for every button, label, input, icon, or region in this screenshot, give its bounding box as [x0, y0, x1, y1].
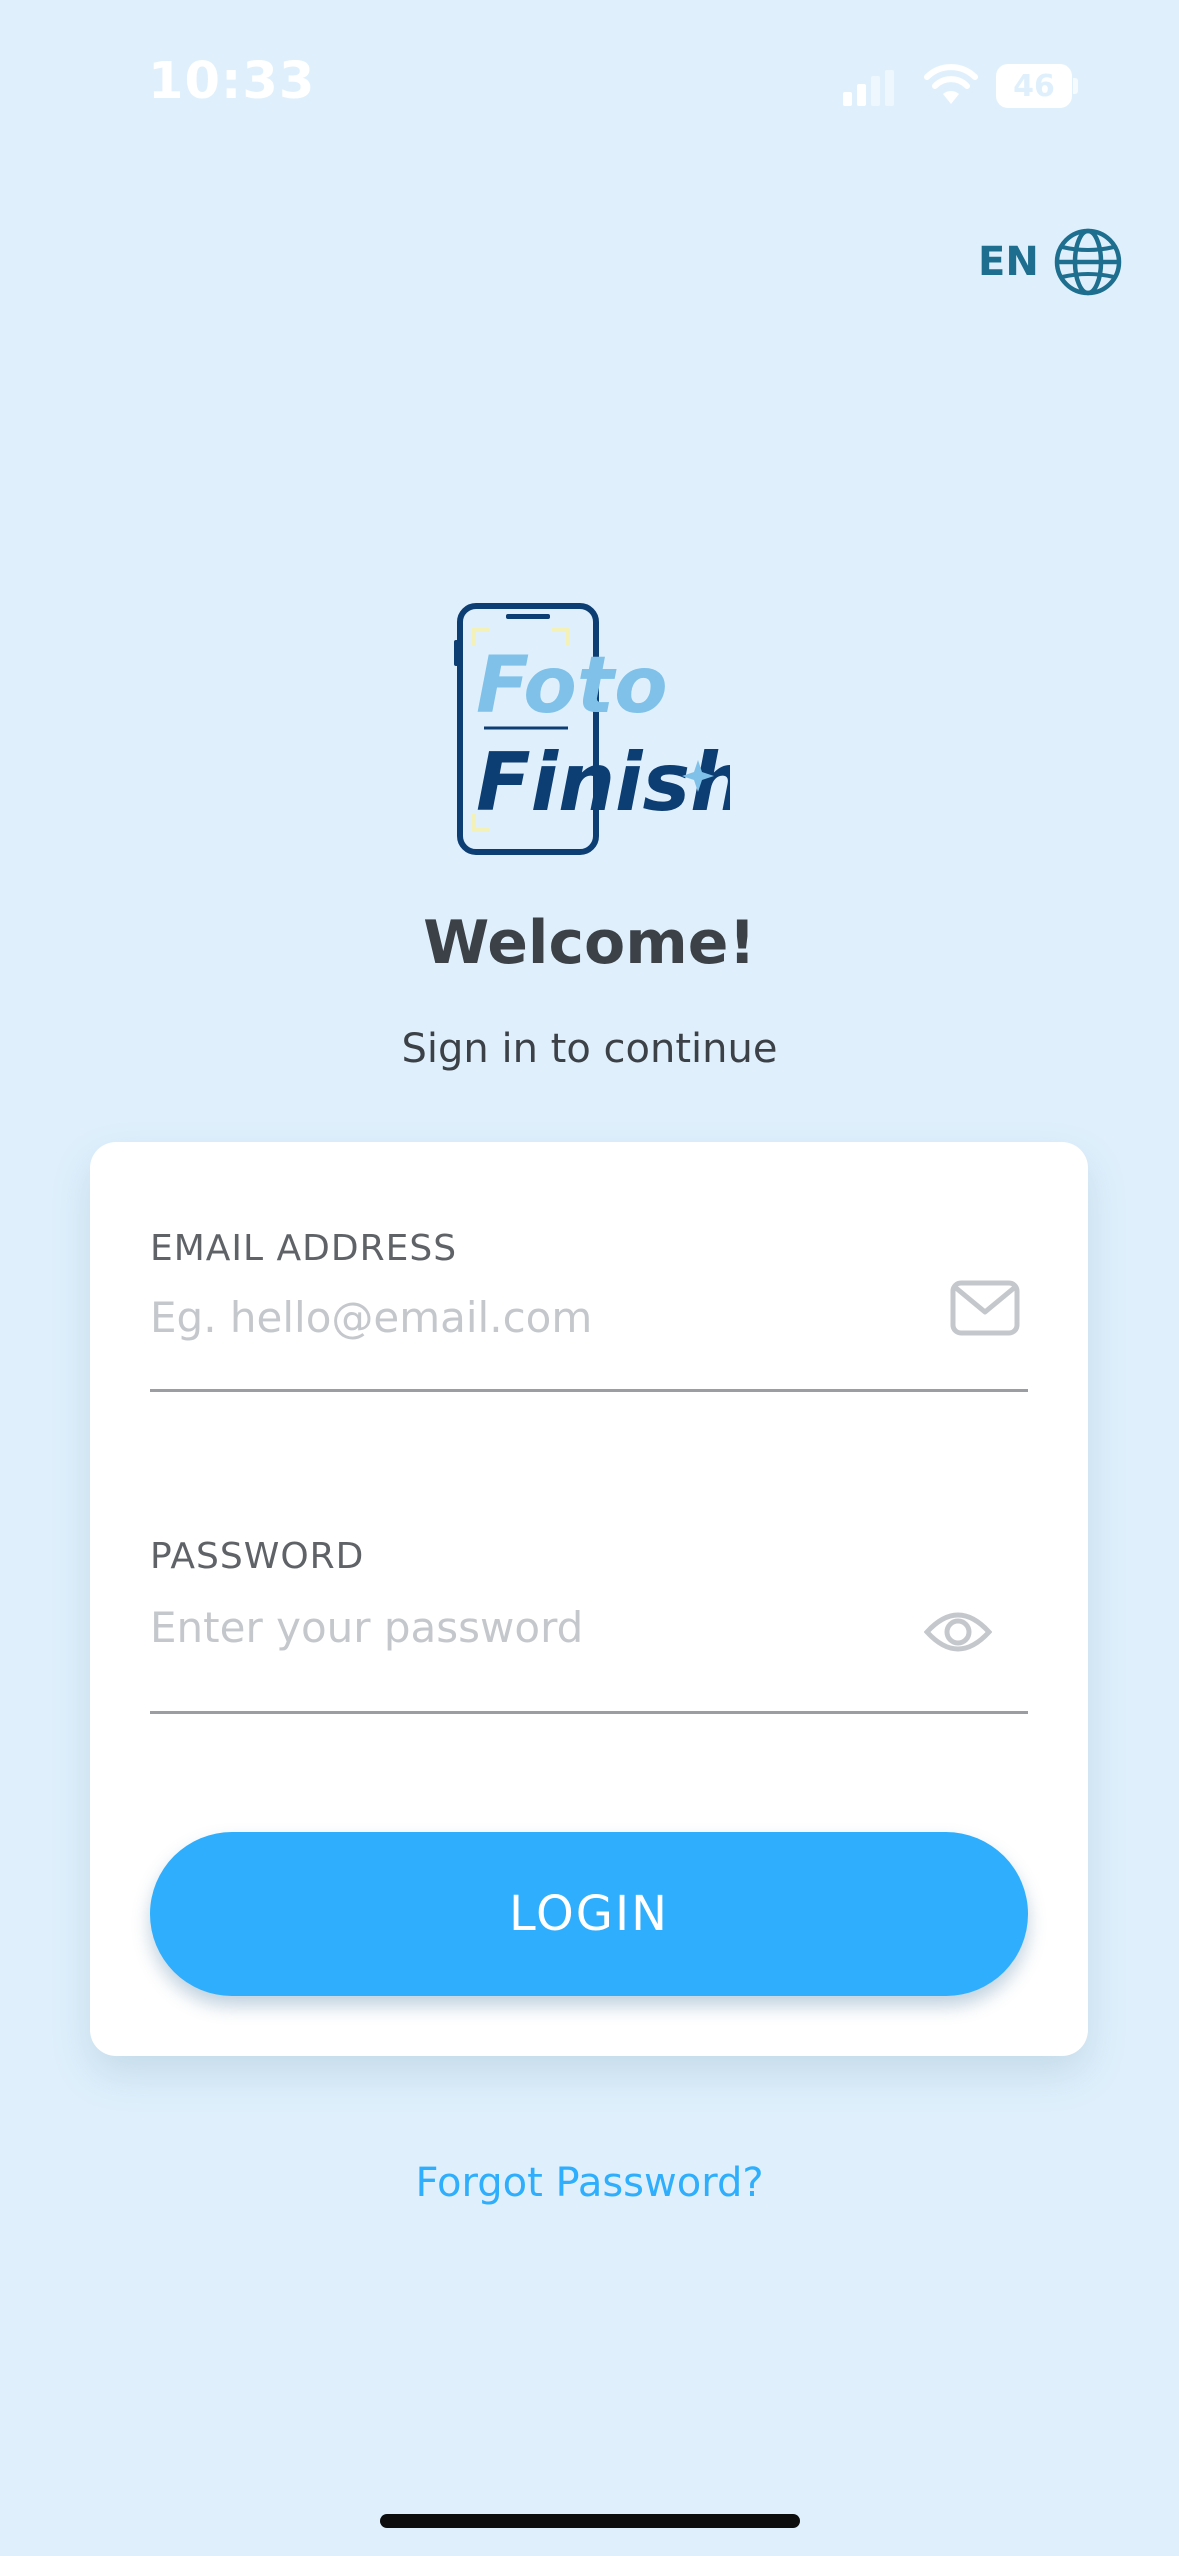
globe-icon	[1054, 228, 1122, 296]
mail-icon	[950, 1280, 1020, 1336]
email-field: EMAIL ADDRESS	[150, 1228, 1028, 1392]
wifi-icon	[924, 64, 978, 104]
language-selector[interactable]: EN	[978, 222, 1123, 302]
password-underline	[150, 1711, 1028, 1714]
logo-word-foto: Foto	[476, 641, 668, 731]
status-time: 10:33	[148, 52, 316, 111]
email-label: EMAIL ADDRESS	[150, 1228, 458, 1269]
login-button[interactable]: LOGIN	[150, 1832, 1028, 1996]
foto-finish-logo: Foto Finish	[454, 603, 730, 855]
welcome-subtitle: Sign in to continue	[401, 1026, 778, 1072]
password-label: PASSWORD	[150, 1536, 365, 1577]
battery-body: 46	[996, 64, 1072, 108]
home-indicator	[380, 2514, 800, 2528]
password-field: PASSWORD	[150, 1536, 1028, 1714]
password-input[interactable]	[150, 1594, 910, 1660]
battery-tip	[1073, 78, 1078, 94]
cellular-signal-icon	[843, 70, 894, 106]
logo-word-finish: Finish	[476, 736, 730, 829]
status-bar: 10:33 46	[0, 0, 1179, 180]
login-card: EMAIL ADDRESS PASSWORD LOGIN	[90, 1142, 1088, 2056]
language-code: EN	[978, 239, 1039, 285]
battery-level: 46	[1013, 68, 1055, 104]
email-input[interactable]	[150, 1284, 910, 1350]
battery-icon: 46	[996, 64, 1078, 108]
eye-icon[interactable]	[924, 1604, 992, 1660]
welcome-title: Welcome!	[423, 908, 756, 978]
email-underline	[150, 1389, 1028, 1392]
forgot-password-link[interactable]: Forgot Password?	[0, 2160, 1179, 2206]
